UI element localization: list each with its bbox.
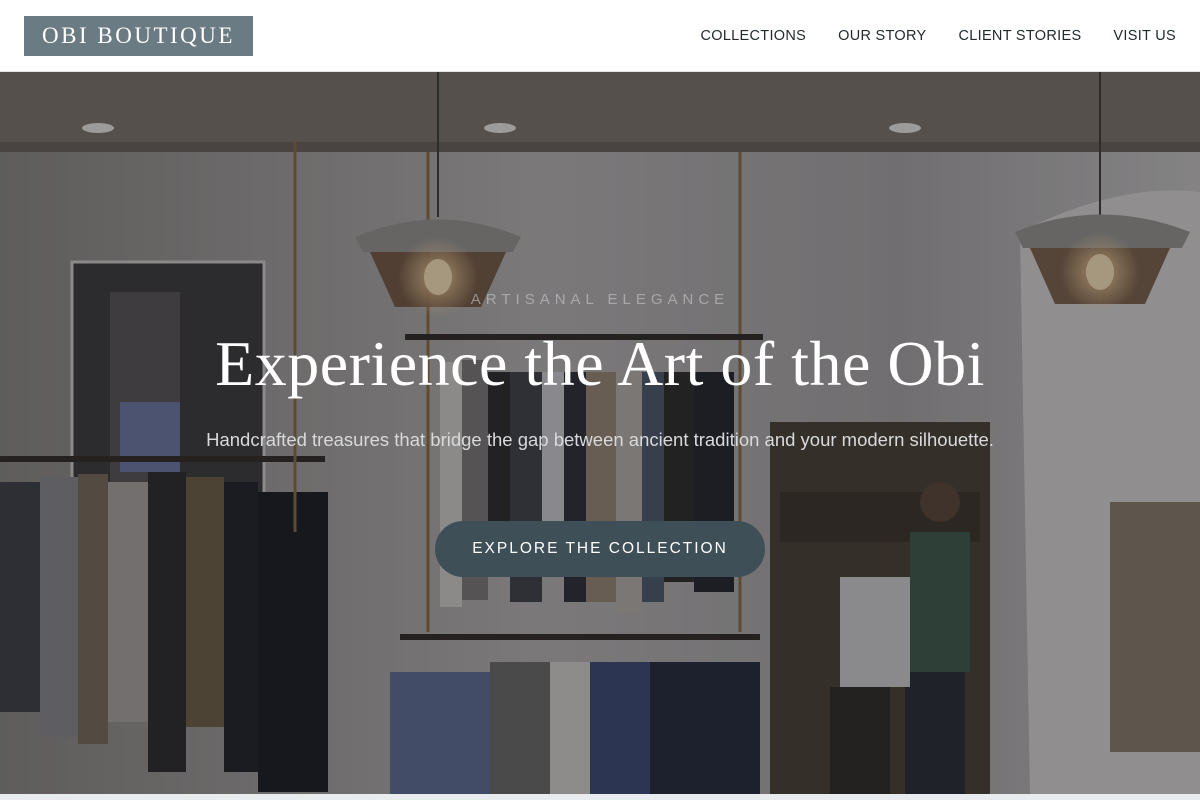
hero-eyebrow: ARTISANAL ELEGANCE	[470, 291, 730, 308]
next-section-edge	[0, 794, 1200, 800]
nav-link-collections[interactable]: COLLECTIONS	[700, 28, 806, 44]
hero-subtitle: Handcrafted treasures that bridge the ga…	[206, 429, 994, 450]
explore-collection-button[interactable]: EXPLORE THE COLLECTION	[435, 521, 765, 577]
nav-link-client-stories[interactable]: CLIENT STORIES	[959, 28, 1082, 44]
hero-title: Experience the Art of the Obi	[215, 328, 985, 399]
nav-link-our-story[interactable]: OUR STORY	[838, 28, 926, 44]
nav-link-visit-us[interactable]: VISIT US	[1113, 28, 1176, 44]
main-nav: COLLECTIONS OUR STORY CLIENT STORIES VIS…	[700, 0, 1176, 72]
hero-section: ARTISANAL ELEGANCE Experience the Art of…	[0, 72, 1200, 794]
site-logo[interactable]: OBI BOUTIQUE	[24, 16, 253, 56]
site-header: OBI BOUTIQUE COLLECTIONS OUR STORY CLIEN…	[0, 0, 1200, 72]
